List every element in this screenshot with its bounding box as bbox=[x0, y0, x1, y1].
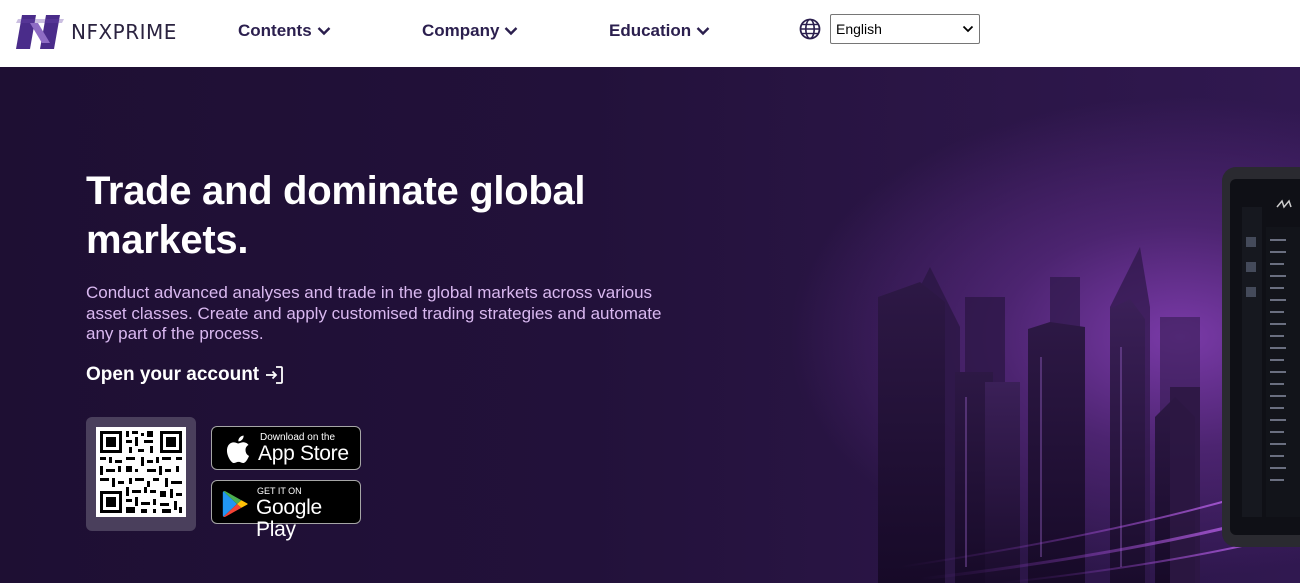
login-icon bbox=[266, 366, 284, 384]
google-play-button[interactable]: GET IT ON Google Play bbox=[211, 480, 361, 541]
apple-icon bbox=[226, 435, 249, 464]
globe-icon bbox=[799, 18, 821, 40]
hero-title: Trade and dominate global markets. bbox=[86, 169, 586, 262]
nav-education[interactable]: Education bbox=[609, 19, 710, 43]
app-store-big-text: App Store bbox=[258, 442, 349, 465]
chevron-down-icon bbox=[317, 27, 331, 36]
google-play-big-text: Google Play bbox=[256, 496, 322, 541]
language-selected-value: English bbox=[836, 21, 882, 37]
nav-education-label: Education bbox=[609, 21, 692, 40]
nav-contents[interactable]: Contents bbox=[238, 19, 331, 43]
chevron-down-icon bbox=[962, 25, 974, 33]
trading-app-tablet-illustration bbox=[1222, 167, 1300, 547]
chevron-down-icon bbox=[696, 27, 710, 36]
logo-icon bbox=[16, 15, 64, 49]
nav-company[interactable]: Company bbox=[422, 19, 518, 43]
google-play-icon bbox=[222, 490, 248, 518]
site-header: NFXPRIME Contents Company Education Engl… bbox=[0, 0, 1300, 67]
chevron-down-icon bbox=[505, 27, 518, 36]
open-account-label: Open your account bbox=[86, 364, 260, 385]
qr-code bbox=[96, 427, 186, 517]
nav-contents-label: Contents bbox=[238, 21, 312, 40]
app-store-button[interactable]: Download on the App Store bbox=[211, 426, 361, 470]
language-select[interactable]: English bbox=[830, 14, 980, 44]
brand-name: NFXPRIME bbox=[71, 20, 177, 44]
qr-code-card bbox=[86, 417, 196, 531]
nav-company-label: Company bbox=[422, 21, 500, 40]
open-account-link[interactable]: Open your account bbox=[86, 364, 285, 386]
hero-subtitle: Conduct advanced analyses and trade in t… bbox=[86, 283, 662, 343]
hero-section: Trade and dominate global markets. Condu… bbox=[0, 67, 1300, 583]
brand-logo[interactable]: NFXPRIME bbox=[16, 13, 177, 51]
